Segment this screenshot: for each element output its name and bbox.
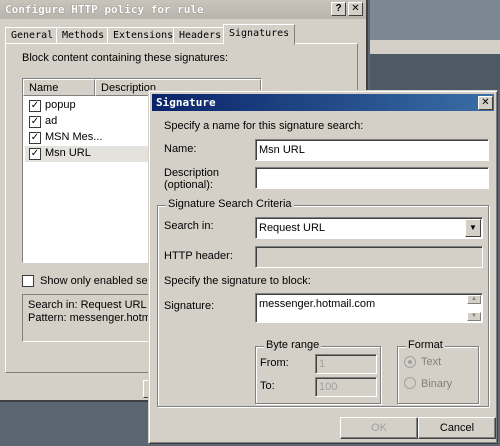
list-item-label: popup — [45, 99, 76, 111]
search-in-value: Request URL — [259, 222, 326, 234]
dialog-title: Signature — [152, 94, 494, 111]
checkbox-checked-icon[interactable]: ✓ — [29, 132, 41, 144]
list-item-label: ad — [45, 115, 58, 127]
spin-down-icon[interactable]: ▼ — [467, 312, 481, 321]
signature-value: messenger.hotmail.com — [259, 298, 376, 310]
format-binary-label: Binary — [421, 378, 453, 390]
intro-label: Specify a name for this signature search… — [164, 120, 364, 132]
to-field[interactable]: 100 — [315, 377, 377, 397]
dropdown-arrow-icon[interactable]: ▼ — [465, 219, 481, 237]
search-in-label: Search in: — [164, 220, 214, 232]
help-icon: ? — [335, 3, 342, 14]
column-header-name[interactable]: Name — [23, 79, 95, 96]
tab-general[interactable]: General — [5, 27, 60, 44]
http-header-field[interactable] — [255, 246, 483, 268]
byte-range-title: Byte range — [264, 339, 322, 351]
checkbox-checked-icon[interactable]: ✓ — [29, 100, 41, 112]
checkbox-icon[interactable] — [22, 275, 34, 287]
format-text-label: Text — [421, 356, 442, 368]
criteria-group-title: Signature Search Criteria — [166, 198, 294, 210]
cancel-button[interactable]: Cancel — [418, 417, 496, 439]
tab-signatures[interactable]: Signatures — [223, 24, 296, 45]
tab-methods[interactable]: Methods — [56, 27, 111, 44]
dialog-close-button[interactable]: ✕ — [478, 96, 493, 110]
search-in-dropdown[interactable]: Request URL ▼ — [255, 217, 483, 239]
list-item-label: MSN Mes... — [45, 131, 103, 143]
format-text-radio[interactable] — [404, 356, 416, 368]
specify-signature-label: Specify the signature to block: — [164, 275, 311, 287]
description-label-line1: Description — [164, 167, 220, 179]
show-only-enabled-label: Show only enabled searc — [40, 275, 163, 287]
window-title: Configure HTTP policy for rule — [0, 0, 366, 19]
checkbox-checked-icon[interactable]: ✓ — [29, 116, 41, 128]
format-group: Format — [397, 339, 479, 404]
list-item-label: Msn URL — [45, 147, 91, 159]
close-button[interactable]: ✕ — [348, 2, 363, 16]
block-content-label: Block content containing these signature… — [22, 52, 229, 64]
http-header-label: HTTP header: — [164, 250, 233, 262]
name-label: Name: — [164, 143, 197, 155]
close-icon: ✕ — [481, 97, 490, 108]
description-label-line2: (optional): — [164, 179, 213, 191]
ok-button[interactable]: OK — [340, 417, 418, 439]
signature-dialog: Signature ✕ Specify a name for this sign… — [148, 90, 498, 444]
help-button[interactable]: ? — [331, 2, 346, 16]
background-window — [370, 0, 500, 40]
background-window-area — [370, 54, 500, 90]
format-group-title: Format — [406, 339, 445, 351]
description-label: Description (optional): — [164, 167, 219, 191]
signature-field[interactable]: messenger.hotmail.com ▲ ▼ — [255, 293, 483, 323]
tab-extensions[interactable]: Extensions — [107, 27, 180, 44]
name-field[interactable]: Msn URL — [255, 139, 489, 161]
format-binary-radio[interactable] — [404, 377, 416, 389]
background-window-bar — [370, 40, 500, 54]
spin-up-icon[interactable]: ▲ — [467, 295, 481, 304]
from-label: From: — [260, 357, 289, 369]
tab-headers[interactable]: Headers — [173, 27, 228, 44]
to-label: To: — [260, 380, 275, 392]
description-field[interactable] — [255, 167, 489, 189]
checkbox-checked-icon[interactable]: ✓ — [29, 148, 41, 160]
close-icon: ✕ — [351, 3, 360, 14]
from-field[interactable]: 1 — [315, 354, 377, 374]
signature-label: Signature: — [164, 300, 215, 312]
